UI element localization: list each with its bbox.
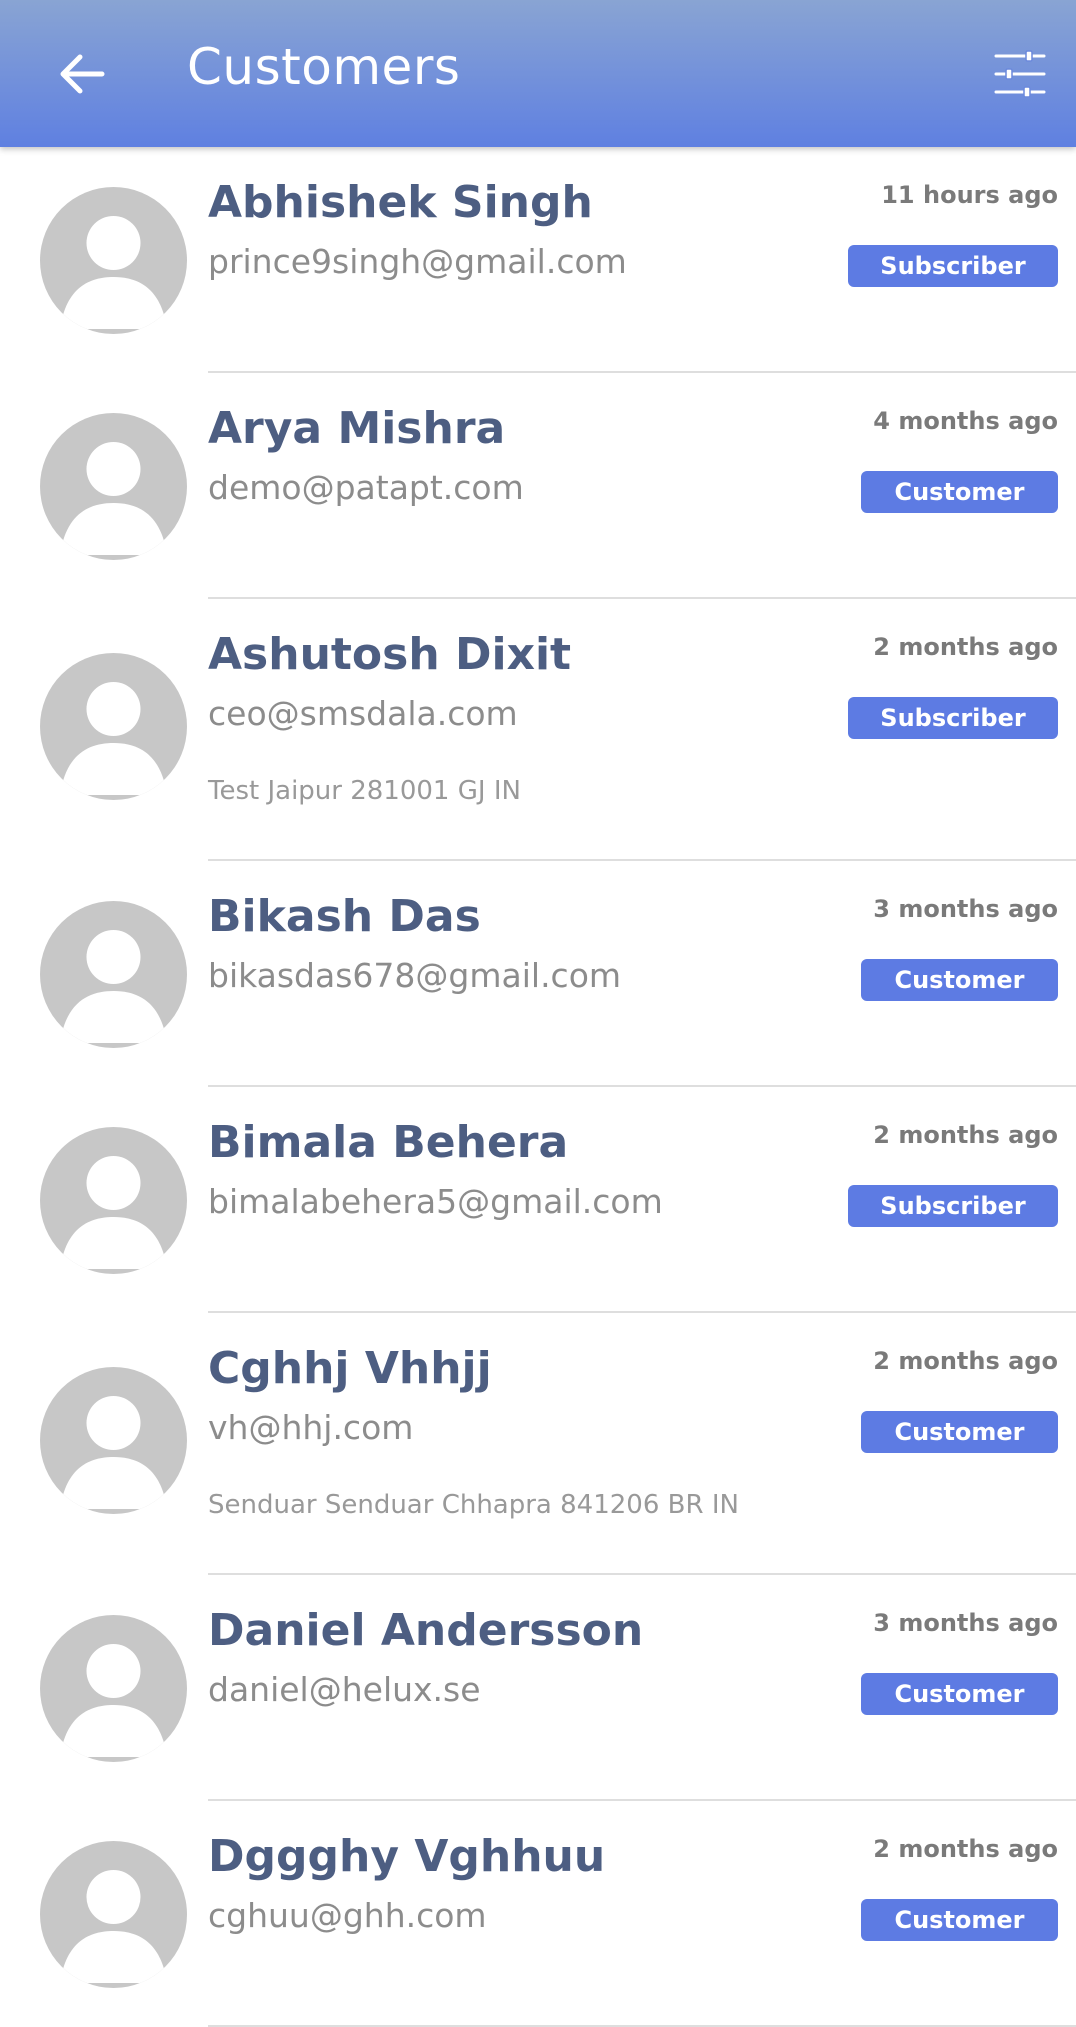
customer-row[interactable]: Bikash Das bikasdas678@gmail.com 3 months … [0, 861, 1076, 1087]
role-badge[interactable]: Subscriber [848, 245, 1058, 287]
role-badge[interactable]: Subscriber [848, 1185, 1058, 1227]
avatar [40, 1127, 187, 1274]
customer-address: Senduar Senduar Chhapra 841206 BR IN [208, 1490, 739, 1520]
last-active-time: 3 months ago [873, 895, 1058, 923]
avatar [40, 1615, 187, 1762]
avatar [40, 901, 187, 1048]
customer-email: prince9singh@gmail.com [208, 242, 627, 281]
filter-button[interactable] [992, 46, 1048, 102]
back-button[interactable] [52, 44, 112, 104]
page-title: Customers [187, 38, 461, 96]
customer-row[interactable]: Daniel Andersson daniel@helux.se 3 months … [0, 1575, 1076, 1801]
avatar [40, 653, 187, 800]
customer-name: Bimala Behera [208, 1117, 569, 1168]
avatar [40, 1841, 187, 1988]
role-badge[interactable]: Customer [861, 1673, 1058, 1715]
customer-name: Arya Mishra [208, 403, 506, 454]
customer-name: Cghhj Vhhjj [208, 1343, 492, 1394]
user-icon [40, 682, 187, 800]
user-icon [40, 1644, 187, 1762]
last-active-time: 3 months ago [873, 1609, 1058, 1637]
role-badge[interactable]: Customer [861, 1411, 1058, 1453]
customer-email: bikasdas678@gmail.com [208, 956, 622, 995]
customer-list: Abhishek Singh prince9singh@gmail.com 11 h… [0, 147, 1076, 2027]
sliders-icon [994, 50, 1046, 98]
user-icon [40, 930, 187, 1048]
customer-address: Test Jaipur 281001 GJ IN [208, 776, 521, 806]
role-badge[interactable]: Customer [861, 959, 1058, 1001]
avatar [40, 413, 187, 560]
user-icon [40, 442, 187, 560]
customer-email: vh@hhj.com [208, 1408, 414, 1447]
customer-row[interactable]: Ashutosh Dixit ceo@smsdala.com Test Jaipur… [0, 599, 1076, 861]
customer-email: demo@patapt.com [208, 468, 524, 507]
user-icon [40, 216, 187, 334]
avatar [40, 187, 187, 334]
user-icon [40, 1870, 187, 1988]
last-active-time: 4 months ago [873, 407, 1058, 435]
customer-row[interactable]: Abhishek Singh prince9singh@gmail.com 11 h… [0, 147, 1076, 373]
customer-email: bimalabehera5@gmail.com [208, 1182, 663, 1221]
last-active-time: 11 hours ago [881, 181, 1058, 209]
role-badge[interactable]: Customer [861, 471, 1058, 513]
customer-row[interactable]: Cghhj Vhhjj vh@hhj.com Senduar Senduar Chh… [0, 1313, 1076, 1575]
customer-name: Bikash Das [208, 891, 481, 942]
customer-row[interactable]: Dggghy Vghhuu cghuu@ghh.com 2 months ago Cu… [0, 1801, 1076, 2027]
customer-name: Daniel Andersson [208, 1605, 644, 1656]
customer-name: Dggghy Vghhuu [208, 1831, 606, 1882]
last-active-time: 2 months ago [873, 633, 1058, 661]
last-active-time: 2 months ago [873, 1121, 1058, 1149]
customer-email: ceo@smsdala.com [208, 694, 518, 733]
customer-row[interactable]: Arya Mishra demo@patapt.com 4 months ago Cu… [0, 373, 1076, 599]
customer-name: Abhishek Singh [208, 177, 593, 228]
role-badge[interactable]: Subscriber [848, 697, 1058, 739]
arrow-left-icon [60, 54, 105, 94]
last-active-time: 2 months ago [873, 1347, 1058, 1375]
customer-email: cghuu@ghh.com [208, 1896, 487, 1935]
app-bar: Customers [0, 0, 1076, 147]
user-icon [40, 1396, 187, 1514]
role-badge[interactable]: Customer [861, 1899, 1058, 1941]
avatar [40, 1367, 187, 1514]
customer-email: daniel@helux.se [208, 1670, 481, 1709]
user-icon [40, 1156, 187, 1274]
customer-row[interactable]: Bimala Behera bimalabehera5@gmail.com 2 mo… [0, 1087, 1076, 1313]
customer-name: Ashutosh Dixit [208, 629, 572, 680]
last-active-time: 2 months ago [873, 1835, 1058, 1863]
